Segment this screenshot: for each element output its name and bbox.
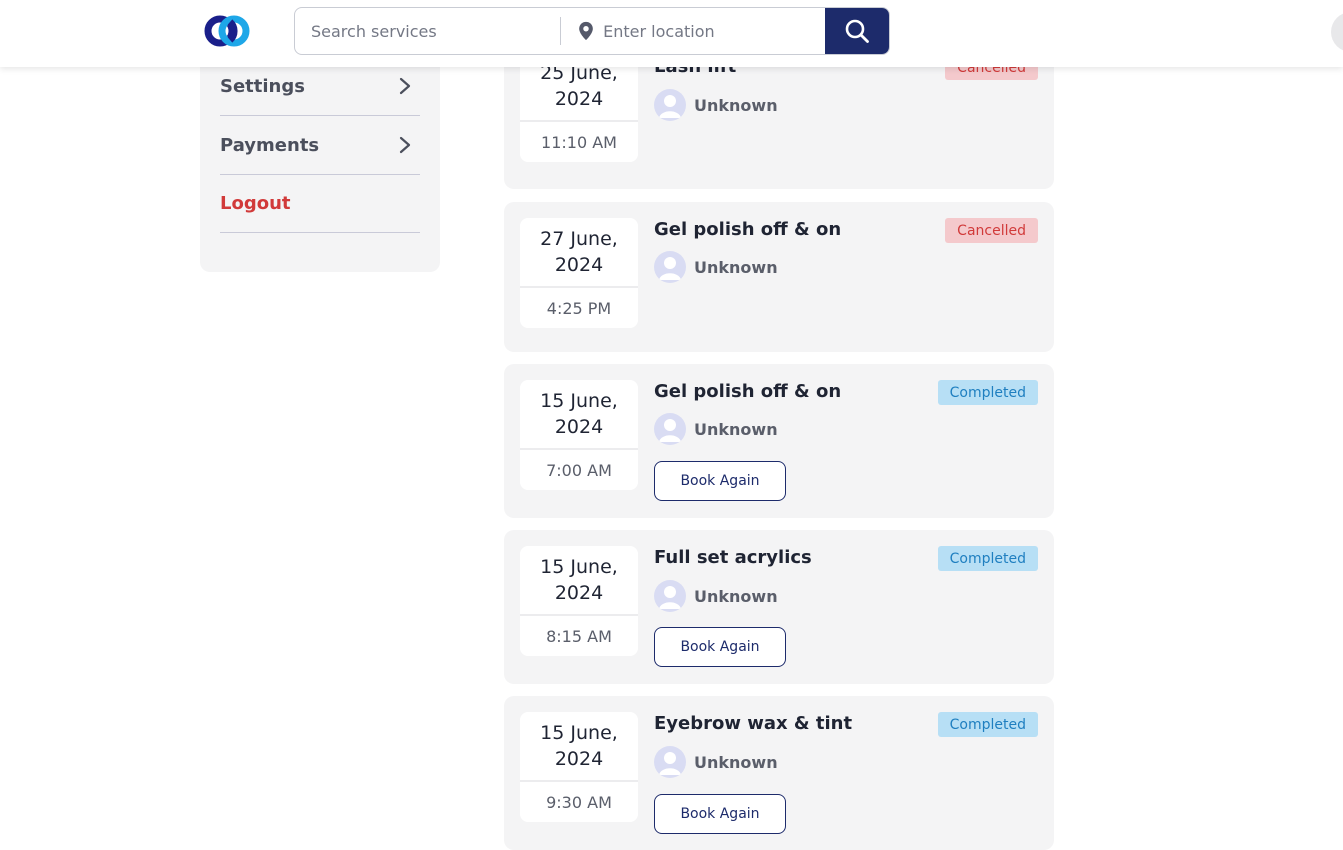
sidebar-item-logout[interactable]: Logout: [220, 175, 420, 233]
booking-date: 15 June, 2024: [520, 712, 638, 782]
booking-time: 11:10 AM: [541, 132, 617, 152]
user-avatar-icon: [654, 746, 686, 778]
booking-date-box: 15 June, 2024 7:00 AM: [520, 380, 638, 490]
user-avatar-icon: [654, 413, 686, 445]
booking-date: 15 June, 2024: [520, 380, 638, 450]
sidebar-item-label: Logout: [220, 193, 291, 214]
staff-name: Unknown: [694, 586, 778, 606]
status-badge: Completed: [937, 546, 1038, 571]
booking-staff: Unknown: [654, 89, 778, 121]
status-badge: Cancelled: [945, 218, 1038, 243]
booking-time: 9:30 AM: [546, 792, 612, 812]
sidebar-item-label: Payments: [220, 134, 320, 156]
staff-name: Unknown: [694, 419, 778, 439]
booking-card: 15 June, 2024 7:00 AM Gel polish off & o…: [504, 364, 1054, 518]
booking-staff: Unknown: [654, 746, 778, 778]
booking-staff: Unknown: [654, 413, 778, 445]
location-field: [561, 8, 826, 54]
user-avatar-icon: [654, 580, 686, 612]
booking-time: 7:00 AM: [546, 460, 612, 480]
book-again-button[interactable]: Book Again: [654, 794, 786, 834]
booking-date-box: 27 June, 2024 4:25 PM: [520, 218, 638, 328]
booking-date: 27 June, 2024: [520, 218, 638, 288]
booking-card: 15 June, 2024 8:15 AM Full set acrylics …: [504, 530, 1054, 684]
brand-logo[interactable]: [204, 13, 250, 49]
booking-date-box: 25 June, 2024 11:10 AM: [520, 52, 638, 162]
user-avatar-icon: [654, 89, 686, 121]
chevron-right-icon: [399, 136, 411, 154]
booking-date: 15 June, 2024: [520, 546, 638, 616]
book-again-button[interactable]: Book Again: [654, 461, 786, 501]
search-icon: [845, 19, 870, 43]
booking-staff: Unknown: [654, 251, 778, 283]
booking-card: 27 June, 2024 4:25 PM Gel polish off & o…: [504, 202, 1054, 352]
status-badge: Completed: [937, 380, 1038, 405]
staff-name: Unknown: [694, 95, 778, 115]
booking-service-title: Full set acrylics: [654, 547, 812, 568]
user-avatar-icon: [654, 251, 686, 283]
booking-time: 8:15 AM: [546, 626, 612, 646]
sidebar-item-payments[interactable]: Payments: [220, 116, 420, 175]
book-again-button[interactable]: Book Again: [654, 627, 786, 667]
location-input[interactable]: [603, 8, 826, 54]
user-avatar[interactable]: [1331, 12, 1343, 52]
booking-service-title: Eyebrow wax & tint: [654, 713, 853, 734]
top-header: [0, 0, 1343, 67]
booking-service-title: Gel polish off & on: [654, 219, 842, 240]
booking-time: 4:25 PM: [546, 298, 612, 318]
booking-date-box: 15 June, 2024 8:15 AM: [520, 546, 638, 656]
location-pin-icon: [579, 21, 593, 41]
status-badge: Completed: [937, 712, 1038, 737]
search-bar: [294, 7, 890, 55]
booking-staff: Unknown: [654, 580, 778, 612]
staff-name: Unknown: [694, 752, 778, 772]
sidebar-item-label: Settings: [220, 75, 305, 97]
search-button[interactable]: [825, 8, 889, 54]
staff-name: Unknown: [694, 257, 778, 277]
chevron-right-icon: [399, 77, 411, 95]
account-sidebar: Settings Payments Logout: [200, 40, 440, 272]
search-services-input[interactable]: [295, 8, 561, 54]
booking-service-title: Gel polish off & on: [654, 381, 842, 402]
booking-card: 15 June, 2024 9:30 AM Eyebrow wax & tint…: [504, 696, 1054, 850]
booking-date-box: 15 June, 2024 9:30 AM: [520, 712, 638, 822]
